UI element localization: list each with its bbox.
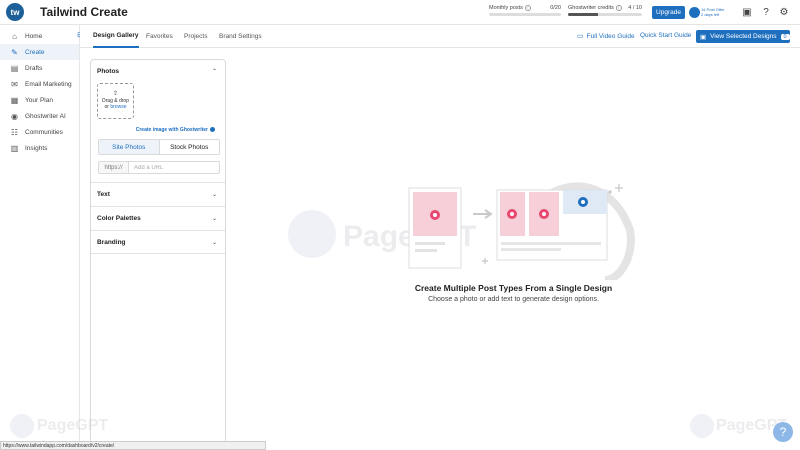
sidebar-item-label: Insights: [25, 144, 48, 152]
tab-favorites[interactable]: Favorites: [146, 25, 173, 48]
help-icon[interactable]: ?: [760, 6, 772, 18]
photo-source-toggle: Site Photos Stock Photos: [98, 139, 220, 155]
email-icon: ✉: [11, 79, 18, 89]
color-palettes-label: Color Palettes: [97, 215, 141, 222]
tab-brand-settings[interactable]: Brand Settings: [219, 25, 262, 48]
sidebar-item-insights[interactable]: ▥ Insights: [0, 140, 79, 156]
stock-photos-tab[interactable]: Stock Photos: [160, 140, 220, 154]
empty-state-subtitle: Choose a photo or add text to generate d…: [428, 296, 599, 303]
watermark-logo: [10, 414, 34, 438]
monthly-posts-meter: Monthly posts i 0/20: [489, 5, 561, 16]
gear-icon[interactable]: ⚙: [778, 6, 790, 18]
calendar-icon: ▦: [10, 95, 19, 105]
gift-icon[interactable]: ▣: [741, 6, 753, 18]
sidebar-item-label: Home: [25, 32, 43, 40]
chevron-down-icon: ⌄: [211, 240, 217, 246]
chevron-down-icon: ⌄: [211, 192, 217, 198]
ghostwriter-credits-meter: Ghostwriter credits i 4 / 10: [568, 5, 642, 16]
empty-state-title: Create Multiple Post Types From a Single…: [414, 283, 613, 293]
upgrade-button[interactable]: Upgrade: [652, 6, 685, 19]
sidebar-item-label: Ghostwriter AI: [25, 112, 66, 120]
drafts-icon: ▤: [10, 63, 19, 73]
monthly-posts-value: 0/20: [550, 5, 561, 11]
offer-line-2: 2 days left: [701, 11, 720, 17]
photo-dropzone[interactable]: ⇪ Drag & drop or browse: [97, 83, 134, 119]
site-photos-tab[interactable]: Site Photos: [99, 140, 160, 154]
quick-start-guide-link[interactable]: Quick Start Guide: [640, 32, 691, 39]
url-input[interactable]: [129, 162, 219, 173]
watermark-text: PageGPT: [37, 417, 109, 434]
upload-icon: ⇪: [112, 91, 119, 97]
sidebar-item-drafts[interactable]: ▤ Drafts: [0, 60, 79, 76]
sidebar-item-label: Drafts: [25, 64, 43, 72]
communities-icon: ☷: [10, 127, 19, 137]
ghostwriter-icon: [210, 127, 215, 132]
monthly-posts-bar: [489, 13, 561, 16]
ghostwriter-credits-bar: [568, 13, 642, 16]
info-icon[interactable]: i: [524, 5, 531, 11]
tab-design-gallery[interactable]: Design Gallery: [93, 25, 139, 48]
full-video-guide-link[interactable]: ▭ Full Video Guide: [577, 32, 635, 41]
watermark-logo: [288, 210, 336, 258]
url-field: https://: [98, 161, 220, 174]
ghostwriter-credits-value: 4 / 10: [628, 5, 642, 11]
offer-icon: [689, 7, 700, 18]
pencil-icon: ✎: [11, 47, 18, 57]
info-icon[interactable]: i: [615, 5, 622, 11]
ghostwriter-icon: ◉: [11, 111, 18, 121]
tab-bar: Design Gallery Favorites Projects Brand …: [80, 25, 800, 48]
sidebar-item-home[interactable]: ⌂ Home: [0, 28, 79, 44]
sidebar-item-label: Communities: [25, 128, 63, 136]
monthly-posts-label: Monthly posts: [489, 5, 523, 11]
watermark-logo: [690, 414, 714, 438]
design-inputs-panel: Photos ⌃ ⇪ Drag & drop or browse Create …: [90, 59, 226, 450]
tailwind-logo[interactable]: tw: [6, 3, 24, 21]
image-icon: ▣: [700, 33, 707, 41]
chevron-up-icon[interactable]: ⌃: [212, 68, 217, 75]
tab-projects[interactable]: Projects: [184, 25, 207, 48]
insights-icon: ▥: [10, 143, 19, 153]
branding-label: Branding: [97, 239, 126, 246]
sidebar-item-create[interactable]: ✎ Create: [0, 44, 79, 60]
sidebar-item-ghostwriter-ai[interactable]: ◉ Ghostwriter AI: [0, 108, 79, 124]
app-title: Tailwind Create: [40, 5, 128, 19]
dropzone-or: or: [104, 104, 109, 110]
sidebar-item-email-marketing[interactable]: ✉ Email Marketing: [0, 76, 79, 92]
sidebar: ⌂ Home ✎ Create ▤ Drafts ✉ Email Marketing ▦ Your…: [0, 25, 80, 450]
browse-link[interactable]: browse: [110, 104, 126, 110]
ghostwriter-credits-label: Ghostwriter credits: [568, 5, 614, 11]
sidebar-item-communities[interactable]: ☷ Communities: [0, 124, 79, 140]
view-selected-label: View Selected Designs: [710, 33, 777, 40]
video-icon: ▭: [577, 33, 584, 40]
color-palettes-section[interactable]: Color Palettes ⌄: [91, 206, 225, 230]
post-offer-badge[interactable]: 1¢ Post Offer 2 days left: [689, 6, 727, 19]
text-section-label: Text: [97, 191, 110, 198]
photos-section-title[interactable]: Photos: [97, 68, 119, 75]
top-header: tw Tailwind Create Monthly posts i 0/20 G…: [0, 0, 800, 25]
selected-count-badge: 0: [780, 33, 790, 40]
branding-section[interactable]: Branding ⌄: [91, 230, 225, 254]
text-section[interactable]: Text ⌄: [91, 182, 225, 206]
sidebar-item-your-plan[interactable]: ▦ Your Plan: [0, 92, 79, 108]
chevron-down-icon: ⌄: [211, 216, 217, 222]
view-selected-designs-button[interactable]: ▣ View Selected Designs 0: [696, 30, 790, 43]
sidebar-item-label: Email Marketing: [25, 80, 72, 88]
sidebar-item-label: Your Plan: [25, 96, 53, 104]
help-chat-button[interactable]: ?: [773, 422, 793, 442]
sidebar-item-label: Create: [25, 48, 45, 56]
full-video-guide-label: Full Video Guide: [586, 32, 635, 40]
browser-status-url: https://www.tailwindapp.com/dashboard/v2…: [0, 441, 266, 450]
multi-post-illustration: [408, 182, 635, 280]
url-prefix: https://: [99, 162, 129, 173]
create-with-ghostwriter-link[interactable]: Create image with Ghostwriter: [136, 127, 208, 133]
home-icon: ⌂: [12, 31, 17, 41]
